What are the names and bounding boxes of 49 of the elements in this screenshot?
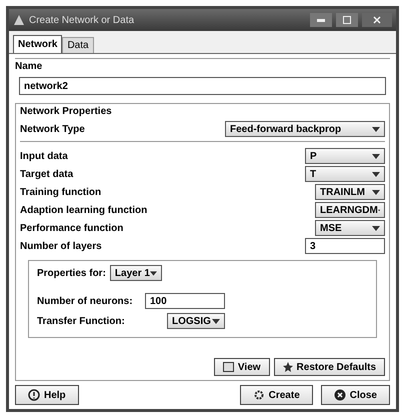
dropdown[interactable]: Feed-forward backprop [225,121,385,137]
minimize-button[interactable] [310,13,332,27]
dropdown[interactable]: TRAINLM [315,184,385,200]
input-field[interactable]: 100 [145,293,225,309]
minimize-icon [317,18,325,22]
section-title: Network Properties [20,105,113,119]
caret-icon [212,318,220,324]
app-icon [13,14,25,26]
close-icon [334,389,346,401]
action-button[interactable]: View [214,358,270,376]
tab[interactable]: Data [62,37,94,53]
field-label: Training function [20,186,102,200]
field-label: Transfer Function: [37,314,126,328]
field-label: Performance function [20,222,124,236]
dropdown[interactable]: LOGSIG [167,313,225,329]
dropdown[interactable]: T [305,166,385,182]
action-button[interactable]: Restore Defaults [274,358,385,376]
field-label: Number of layers [20,240,102,254]
create-button[interactable]: Create [240,385,313,405]
star-icon [282,362,293,372]
window-title: Create Network or Data [29,14,134,28]
dropdown[interactable]: MSE [315,220,385,236]
field-label: Adaption learning function [20,204,148,218]
dropdown[interactable]: LEARNGDM [315,202,385,218]
help-button[interactable]: Help [15,385,79,405]
maximize-icon [343,16,351,24]
tab[interactable]: Network [13,35,62,53]
name-field[interactable]: network2 [19,77,386,95]
close-icon [373,16,381,24]
caret-icon [372,190,380,194]
input-field[interactable]: 3 [305,238,385,254]
field-label: Target data [20,168,74,182]
window-icon [222,362,234,372]
caret-icon [372,226,380,230]
caret-icon [372,172,380,176]
help-icon [28,389,40,401]
caret-icon [150,270,157,276]
dropdown[interactable]: P [305,148,385,164]
field-label: Network Type [20,122,85,136]
section-title: Name [15,60,44,74]
maximize-button[interactable] [336,13,358,27]
field-label: Properties for: [37,266,106,280]
field-label: Input data [20,150,68,164]
dropdown[interactable]: Layer 1 [110,265,162,281]
close-button[interactable] [362,13,392,27]
caret-icon [372,154,380,158]
field-label: Number of neurons: [37,294,134,308]
caret-icon [372,126,380,132]
close-button[interactable]: Close [320,385,390,405]
